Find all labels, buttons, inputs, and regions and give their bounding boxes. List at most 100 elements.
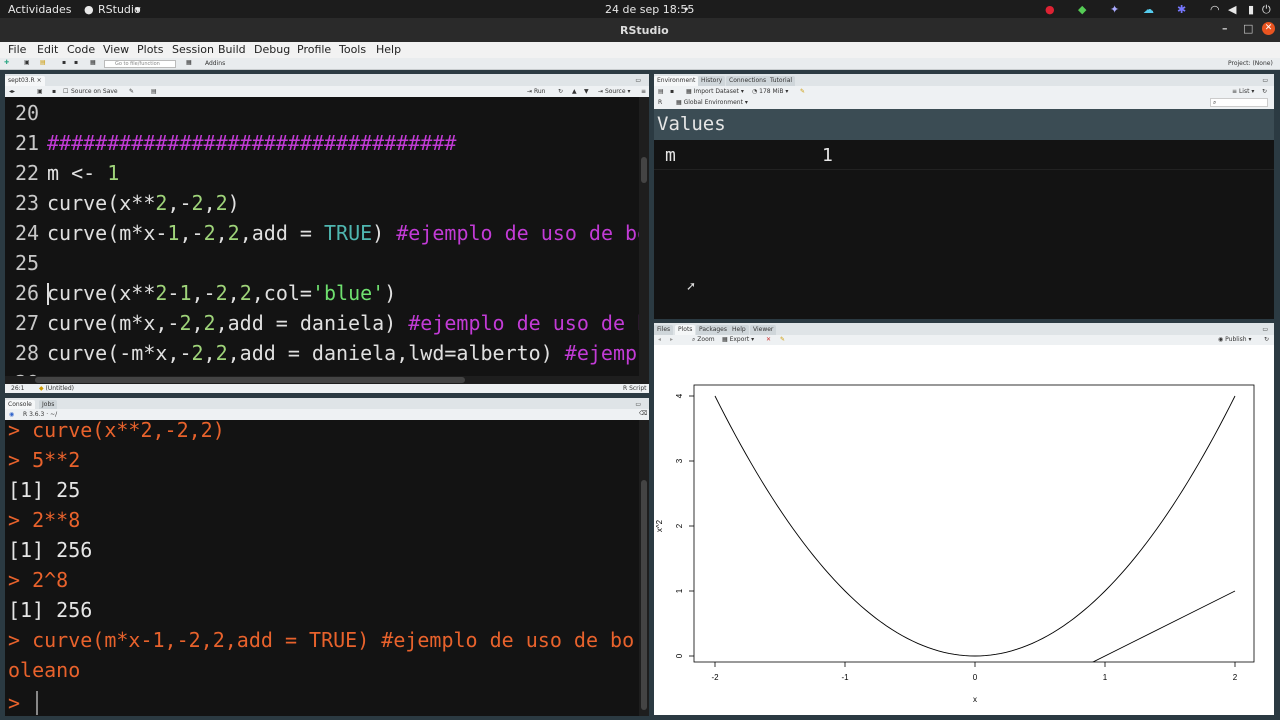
editor-scrollbar[interactable] <box>639 97 649 386</box>
console-prompt[interactable]: > <box>8 691 38 716</box>
view-mode-selector[interactable]: ≡ List ▾ <box>1232 88 1254 95</box>
print-icon[interactable]: ▦ <box>90 59 96 66</box>
language-selector[interactable]: R <box>658 99 662 106</box>
pane-maximize-icon[interactable]: ▭ <box>1262 326 1268 333</box>
env-row[interactable]: m 1 <box>654 140 1274 170</box>
line-number: 28 <box>15 341 40 365</box>
refresh-icon[interactable]: ↻ <box>1264 336 1269 343</box>
console-scrollbar[interactable] <box>639 420 649 716</box>
console-output[interactable]: > curve(x**2,-2,2) > 5**2 [1] 25 > 2**8 [1] … <box>5 420 639 716</box>
down-arrow-icon[interactable]: ▼ <box>584 88 589 95</box>
scope-selector[interactable]: ▦ Global Environment ▾ <box>676 99 748 106</box>
menu-build[interactable]: Build <box>218 43 246 56</box>
tab-tutorial[interactable]: Tutorial <box>767 76 796 86</box>
run-button[interactable]: ⇥ Run <box>527 88 545 95</box>
next-plot-icon[interactable]: ▸ <box>670 336 673 343</box>
y-tick-label: 3 <box>675 458 684 463</box>
tab-viewer[interactable]: Viewer <box>750 325 777 335</box>
show-in-window-icon[interactable]: ▣ <box>37 88 43 95</box>
close-icon[interactable]: ✕ <box>1262 22 1275 35</box>
tab-packages[interactable]: Packages <box>696 325 730 335</box>
outline-icon[interactable]: ≡ <box>641 88 646 95</box>
menu-file[interactable]: File <box>8 43 26 56</box>
wand-icon[interactable]: ✎ <box>129 88 134 95</box>
tray-app-icon[interactable]: ● <box>1045 3 1055 16</box>
cloud-icon[interactable]: ☁ <box>1143 3 1154 16</box>
menu-view[interactable]: View <box>103 43 129 56</box>
menu-code[interactable]: Code <box>67 43 95 56</box>
menu-session[interactable]: Session <box>172 43 214 56</box>
back-arrow-icon[interactable]: ◂▸ <box>9 88 15 95</box>
code-editor[interactable]: 20 21 ################################## 22… <box>5 97 639 386</box>
editor-hscrollbar[interactable] <box>5 376 639 384</box>
battery-icon[interactable]: ▮ <box>1248 3 1254 16</box>
menu-debug[interactable]: Debug <box>254 43 290 56</box>
var-value: 1 <box>822 145 833 166</box>
menu-help[interactable]: Help <box>376 43 401 56</box>
source-button[interactable]: ⇥ Source ▾ <box>598 88 630 95</box>
previous-plot-icon[interactable]: ◂ <box>658 336 661 343</box>
clock[interactable]: 24 de sep 18:55 <box>605 3 694 16</box>
publish-button[interactable]: ◉ Publish ▾ <box>1218 336 1251 343</box>
up-arrow-icon[interactable]: ▲ <box>572 88 577 95</box>
refresh-icon[interactable]: ↻ <box>1262 88 1267 95</box>
rerun-icon[interactable]: ↻ <box>558 88 563 95</box>
clear-console-icon[interactable]: ⌫ <box>639 410 647 417</box>
project-menu[interactable]: Project: (None) <box>1228 60 1273 67</box>
save-all-icon[interactable]: ▪ <box>74 59 78 66</box>
remove-plot-icon[interactable]: ✕ <box>766 336 771 343</box>
tab-environment[interactable]: Environment <box>654 76 699 86</box>
memory-usage[interactable]: ◔ 178 MiB ▾ <box>752 88 788 95</box>
console-cursor <box>36 691 38 715</box>
tab-files[interactable]: Files <box>654 325 674 335</box>
source-on-save-checkbox[interactable]: ☐ <box>63 88 68 95</box>
code-text: curve(x**2,-2,2) <box>47 191 240 215</box>
environment-search-input[interactable]: ⌕ <box>1210 98 1268 107</box>
new-project-icon[interactable]: ▣ <box>24 59 30 66</box>
new-file-icon[interactable]: ✚ <box>4 59 9 66</box>
grid-icon[interactable]: ▦ <box>186 59 192 66</box>
save-file-icon[interactable]: ▪ <box>52 88 56 95</box>
tab-plots[interactable]: Plots <box>675 325 696 335</box>
import-dataset-button[interactable]: ▦ Import Dataset ▾ <box>686 88 744 95</box>
menu-tools[interactable]: Tools <box>339 43 366 56</box>
wifi-icon[interactable]: ◠ <box>1210 3 1220 16</box>
goto-file-input[interactable]: Go to file/function <box>104 60 176 68</box>
dropbox-icon[interactable]: ✦ <box>1110 3 1119 16</box>
volume-icon[interactable]: ◀ <box>1228 3 1236 16</box>
source-file-tab[interactable]: sept03.R × <box>5 76 45 86</box>
clear-plots-icon[interactable]: ✎ <box>780 336 785 343</box>
pane-maximize-icon[interactable]: ▭ <box>1262 77 1268 84</box>
maximize-icon[interactable]: □ <box>1243 22 1253 35</box>
tab-connections[interactable]: Connections <box>726 76 770 86</box>
plot-area: -2 -1 0 1 2 0 1 2 3 4 x x^2 <box>654 345 1274 715</box>
scope-selector[interactable]: ◆ (Untitled) <box>39 385 74 392</box>
file-type-selector[interactable]: R Script <box>623 385 646 392</box>
shield-icon[interactable]: ◆ <box>1078 3 1086 16</box>
menu-plots[interactable]: Plots <box>137 43 163 56</box>
minimize-icon[interactable]: – <box>1222 22 1228 35</box>
report-icon[interactable]: ▤ <box>151 88 157 95</box>
code-token: , <box>191 311 204 335</box>
save-workspace-icon[interactable]: ▪ <box>670 88 674 95</box>
tab-history[interactable]: History <box>698 76 726 86</box>
broom-icon[interactable]: ✎ <box>800 88 805 95</box>
menu-edit[interactable]: Edit <box>37 43 58 56</box>
pane-maximize-icon[interactable]: ▭ <box>635 77 641 84</box>
tab-help[interactable]: Help <box>729 325 749 335</box>
menu-profile[interactable]: Profile <box>297 43 331 56</box>
export-button[interactable]: ▦ Export ▾ <box>722 336 754 343</box>
curve-plot: -2 -1 0 1 2 0 1 2 3 4 x x^2 <box>655 384 1255 704</box>
power-icon[interactable]: ⏻ <box>1262 3 1271 17</box>
zoom-button[interactable]: ⌕ Zoom <box>692 336 715 344</box>
addins-button[interactable]: Addins <box>205 60 225 67</box>
activities-button[interactable]: Actividades <box>8 3 72 16</box>
code-token: , <box>215 221 228 245</box>
plot-frame <box>693 384 1255 663</box>
pane-maximize-icon[interactable]: ▭ <box>635 401 641 408</box>
bug-icon[interactable]: ✱ <box>1177 3 1186 16</box>
open-file-icon[interactable]: ▤ <box>40 59 46 66</box>
save-icon[interactable]: ▪ <box>62 59 66 66</box>
load-workspace-icon[interactable]: ▤ <box>658 88 664 95</box>
code-token: curve(x** <box>47 191 156 215</box>
